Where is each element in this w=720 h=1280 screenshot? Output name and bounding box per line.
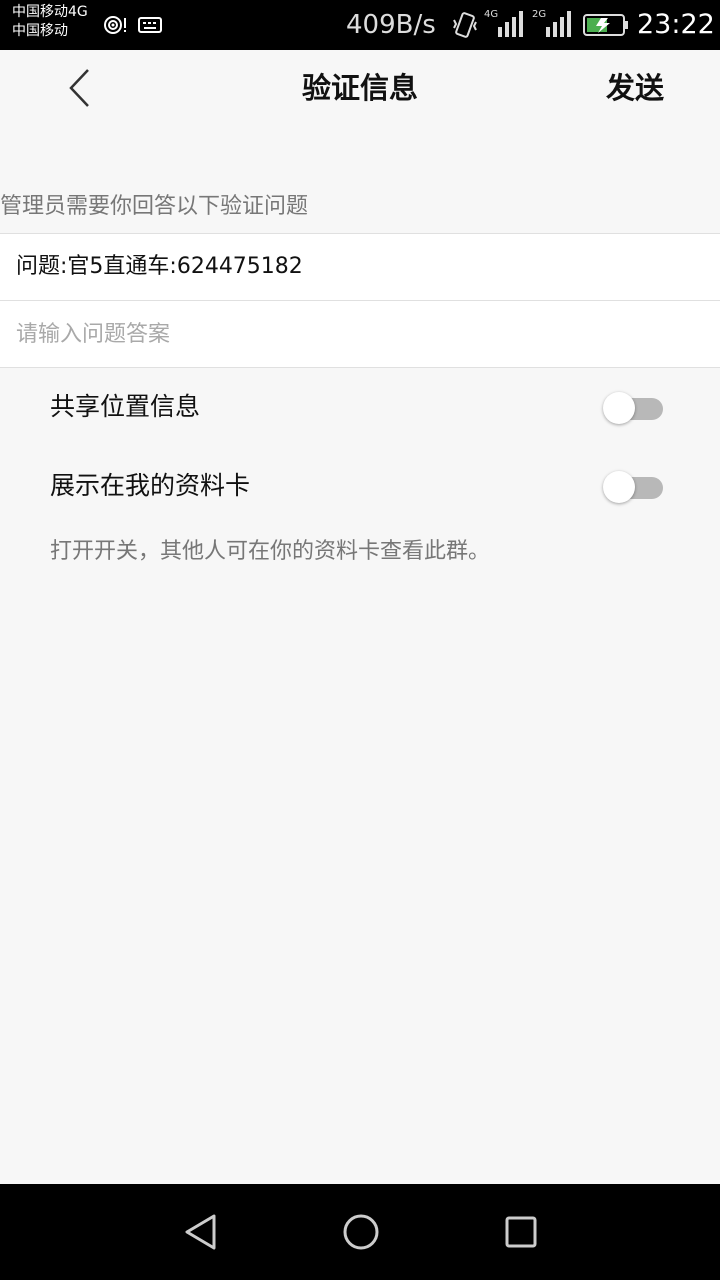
send-button[interactable]: 发送 (592, 68, 678, 108)
toggle-knob (603, 471, 635, 503)
home-circle-icon (343, 1214, 379, 1250)
network-type-1: 4G (484, 9, 498, 20)
show-on-profile-toggle[interactable] (603, 468, 663, 503)
profile-card-note: 打开开关，其他人可在你的资料卡查看此群。 (50, 539, 491, 564)
setting-label: 展示在我的资料卡 (50, 471, 251, 500)
toggle-knob (603, 392, 635, 424)
question-text: 问题:官5直通车:624475182 (16, 254, 303, 279)
answer-input[interactable] (16, 301, 696, 367)
share-location-toggle[interactable] (603, 389, 663, 424)
signal-icon-secondary: 2G (532, 0, 574, 50)
back-triangle-icon (185, 1214, 216, 1250)
setting-show-on-profile: 展示在我的资料卡 (0, 456, 720, 516)
navigation-bar (0, 1184, 720, 1280)
setting-share-location: 共享位置信息 (0, 377, 720, 437)
carrier-info: 中国移动4G 中国移动 (12, 3, 88, 41)
status-bar: 中国移动4G 中国移动 409B/s 4G 2G 23:22 (0, 0, 720, 50)
carrier-secondary: 中国移动 (12, 23, 68, 39)
vibrate-icon (452, 0, 478, 50)
setting-label: 共享位置信息 (50, 392, 201, 421)
answer-row (0, 301, 720, 368)
app-header: 验证信息 发送 (0, 50, 720, 126)
recents-square-icon (505, 1216, 537, 1248)
signal-icon: 4G (484, 0, 526, 50)
keyboard-icon (138, 0, 162, 50)
nav-home-button[interactable] (311, 1184, 411, 1280)
carrier-primary: 中国移动4G (12, 4, 88, 20)
network-type-2: 2G (532, 9, 546, 20)
network-speed: 409B/s (346, 10, 436, 40)
clock: 23:22 (637, 9, 715, 40)
nav-back-button[interactable] (151, 1184, 251, 1280)
verification-instructions: 管理员需要你回答以下验证问题 (0, 194, 309, 219)
battery-charging-icon (583, 0, 629, 50)
question-row: 问题:官5直通车:624475182 (0, 233, 720, 301)
hotspot-icon (102, 0, 128, 50)
nav-recents-button[interactable] (471, 1184, 571, 1280)
